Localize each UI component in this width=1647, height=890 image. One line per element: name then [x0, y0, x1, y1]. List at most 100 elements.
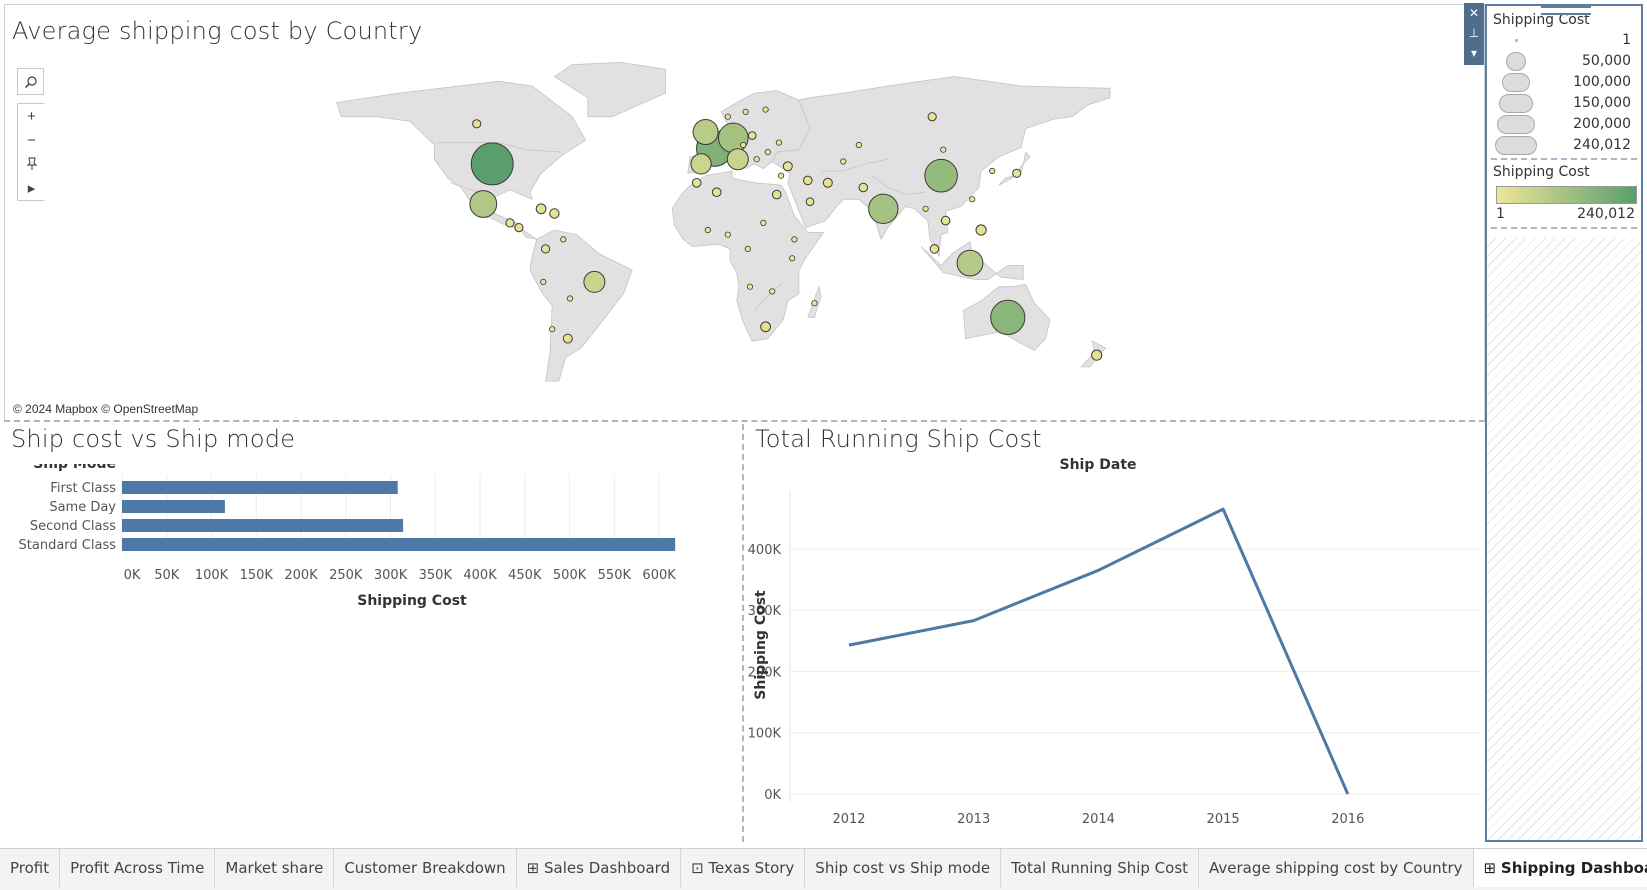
sheet-tab-bar: Profit Profit Across Time Market share Cust…	[0, 848, 1647, 890]
x-tick-label: 450K	[508, 568, 542, 583]
sheet-tab[interactable]: Profit	[0, 849, 61, 887]
size-legend-value: 1	[1622, 32, 1631, 48]
sheet-tab[interactable]: Average shipping cost by Country	[1199, 849, 1474, 887]
x-tick-label: 0K	[124, 568, 141, 583]
size-legend-item[interactable]: 200,000	[1487, 114, 1641, 135]
y-tick-label: 0K	[764, 788, 781, 803]
country-marker	[540, 278, 547, 285]
country-marker	[742, 108, 749, 116]
country-marker	[769, 288, 776, 295]
country-marker	[535, 203, 547, 215]
sheet-tab-label: Average shipping cost by Country	[1209, 859, 1463, 877]
pin-icon[interactable]: ⊥	[1469, 23, 1479, 43]
x-tick-label: 100K	[195, 568, 229, 583]
size-legend-value: 200,000	[1573, 116, 1631, 132]
map-attribution[interactable]: © 2024 Mapbox © OpenStreetMap	[13, 402, 198, 416]
zoom-out-icon[interactable]: −	[18, 128, 45, 152]
country-marker	[803, 175, 813, 186]
close-icon[interactable]: ✕	[1469, 3, 1479, 23]
x-tick-label: 200K	[284, 568, 318, 583]
color-max-label: 240,012	[1577, 206, 1635, 222]
country-marker	[560, 236, 567, 243]
world-map[interactable]: + − ▸ © 2024 Mapbox © OpenStreetMap	[5, 60, 1484, 420]
more-options-icon[interactable]: ▾	[1471, 43, 1477, 63]
color-min-label: 1	[1496, 206, 1505, 222]
country-marker	[929, 244, 940, 254]
country-marker	[746, 283, 754, 290]
x-tick-label: 250K	[329, 568, 363, 583]
empty-legend-area	[1487, 238, 1641, 840]
map-canvas[interactable]	[5, 60, 1484, 420]
size-legend-item[interactable]: 50,000	[1487, 51, 1641, 72]
sheet-tab[interactable]: Ship cost vs Ship mode	[805, 849, 1002, 887]
category-label: Second Class	[30, 519, 116, 534]
sheet-tab[interactable]: ⊞ Shipping Dashboard	[1473, 849, 1647, 887]
size-swatch	[1496, 114, 1536, 134]
size-swatch	[1506, 51, 1526, 71]
size-legend-item[interactable]: 240,012	[1487, 135, 1641, 156]
size-legend-value: 100,000	[1573, 74, 1631, 90]
color-gradient-bar[interactable]	[1496, 186, 1637, 204]
country-marker	[922, 205, 929, 212]
y-tick-label: 400K	[748, 543, 782, 558]
pin-map-icon[interactable]	[18, 152, 45, 176]
color-legend-title: Shipping Cost	[1493, 164, 1590, 180]
country-marker	[724, 231, 731, 238]
sheet-tab[interactable]: ⊡ Texas Story	[681, 849, 806, 887]
country-marker	[726, 148, 749, 171]
country-marker	[747, 131, 757, 140]
color-range-labels: 1 240,012	[1487, 204, 1641, 224]
size-legend-value: 50,000	[1582, 53, 1631, 69]
x-tick-label: 400K	[463, 568, 497, 583]
country-marker	[514, 223, 524, 233]
sheet-tab[interactable]: Total Running Ship Cost	[1001, 849, 1200, 887]
size-legend-item[interactable]: 1	[1487, 30, 1641, 51]
country-marker	[583, 270, 606, 293]
x-tick-label: 350K	[419, 568, 453, 583]
size-legend-item[interactable]: 150,000	[1487, 93, 1641, 114]
country-marker	[956, 249, 984, 277]
drag-handle[interactable]	[1541, 6, 1591, 15]
map-search-icon[interactable]	[17, 68, 44, 95]
size-legend-value: 240,012	[1573, 137, 1631, 153]
size-swatch	[1495, 135, 1537, 155]
country-marker	[704, 226, 711, 234]
sheet-tab-label: Profit	[10, 859, 50, 877]
y-tick-label: 100K	[748, 727, 782, 742]
country-marker	[760, 219, 767, 226]
country-marker	[691, 178, 702, 188]
landmass-japan	[998, 151, 1031, 186]
zoom-in-icon[interactable]: +	[18, 104, 45, 128]
bar-chart-panel: Ship cost vs Ship mode 0K 50K 100K 150K 200K…	[0, 424, 744, 842]
country-marker	[718, 122, 749, 154]
country-marker	[740, 141, 747, 149]
map-title: Average shipping cost by Country	[12, 17, 423, 45]
size-legend[interactable]: 1 50,000 100,000 150,000 200,000 240,012	[1487, 30, 1641, 156]
country-marker	[562, 333, 573, 344]
sheet-tab-label: Total Running Ship Cost	[1011, 859, 1189, 877]
country-marker	[469, 190, 498, 218]
tab-type-icon: ⊞	[1483, 859, 1501, 877]
x-tick-label: 50K	[154, 568, 180, 583]
y-axis-title: Shipping Cost	[753, 590, 769, 700]
sheet-tab[interactable]: Market share	[215, 849, 335, 887]
line-chart[interactable]: Ship Date0K100K200K300K400KShipping Cost…	[745, 440, 1485, 840]
sheet-tab[interactable]: Customer Breakdown	[334, 849, 517, 887]
expand-toolbar-icon[interactable]: ▸	[18, 176, 45, 200]
country-marker	[777, 172, 785, 179]
category-label: First Class	[50, 481, 116, 496]
category-label: Standard Class	[19, 538, 117, 553]
country-marker	[760, 321, 771, 333]
size-legend-item[interactable]: 100,000	[1487, 72, 1641, 93]
bar-chart[interactable]: 0K 50K 100K 150K 200K 250K 300K 350K 400K 450K 500…	[0, 464, 740, 664]
sheet-tab[interactable]: ⊞ Sales Dashboard	[517, 849, 682, 887]
sheet-tab-label: Sales Dashboard	[544, 859, 671, 877]
country-marker	[791, 236, 798, 243]
tab-type-icon: ⊞	[526, 859, 545, 877]
running-cost-line	[848, 507, 1350, 795]
sheet-tab[interactable]: Profit Across Time	[60, 849, 216, 887]
country-marker	[775, 139, 783, 146]
bar-chart-title: Ship cost vs Ship mode	[11, 425, 296, 453]
x-tick-label: 600K	[642, 568, 676, 583]
x-axis-title: Ship Date	[1060, 457, 1137, 473]
